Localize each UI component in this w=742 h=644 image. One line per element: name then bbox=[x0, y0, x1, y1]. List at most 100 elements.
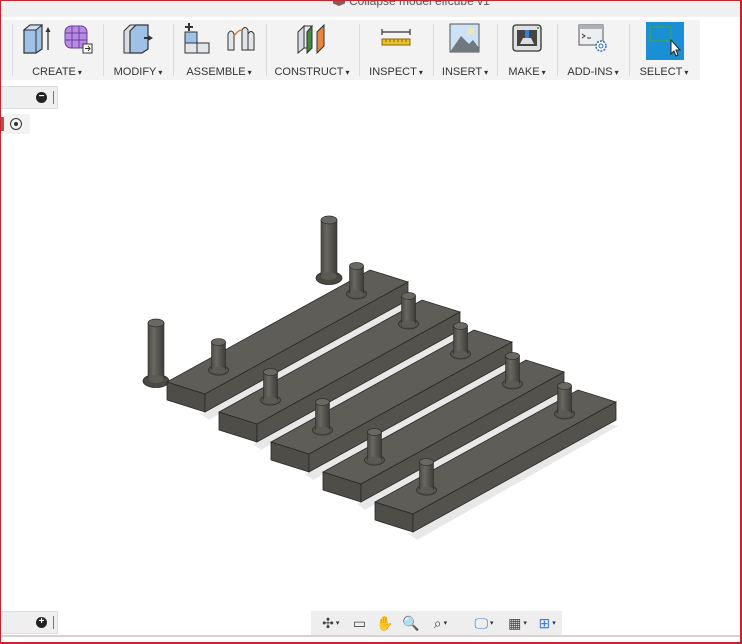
fit-icon: ⌕ bbox=[433, 614, 442, 631]
look-at-icon: ▭ bbox=[352, 614, 367, 631]
document-icon bbox=[333, 0, 345, 6]
modify-menu[interactable]: MODIFY ▾ bbox=[104, 66, 172, 78]
pin-shaft bbox=[263, 371, 278, 401]
joint-icon[interactable] bbox=[224, 22, 256, 54]
insert-menu[interactable]: INSERT ▾ bbox=[434, 66, 496, 78]
orbit-icon: ✣ bbox=[322, 614, 334, 631]
form-icon[interactable] bbox=[62, 22, 94, 54]
chevron-down-icon[interactable]: ▾ bbox=[336, 619, 340, 627]
assemble-menu[interactable]: ASSEMBLE ▾ bbox=[174, 66, 264, 78]
pin-top bbox=[263, 368, 278, 376]
pin-shaft bbox=[419, 461, 434, 491]
create-menu[interactable]: CREATE ▾ bbox=[14, 66, 100, 78]
title-bar: Collapse model elfcube v1* bbox=[0, 0, 742, 17]
navigation-bar: ✣ ▾ ▭ ✋ 🔍 ⌕ ▾ 🖵 ▾ ▦ ▾ ⊞ ▾ bbox=[311, 611, 562, 635]
3d-viewport[interactable] bbox=[0, 140, 742, 610]
inspect-menu[interactable]: INSPECT ▾ bbox=[360, 66, 432, 78]
press-pull-icon[interactable] bbox=[122, 22, 154, 54]
bar-pin bbox=[416, 458, 437, 496]
expand-comments-button[interactable]: + bbox=[36, 617, 47, 628]
display-settings-icon: 🖵 bbox=[474, 614, 488, 631]
toolbar-group-make[interactable]: MAKE ▾ bbox=[498, 20, 556, 80]
pin-top bbox=[557, 382, 572, 390]
toolbar-separator bbox=[12, 24, 13, 76]
bar-pin bbox=[312, 398, 333, 436]
panel-resize-handle[interactable] bbox=[53, 91, 54, 104]
bar-pin bbox=[502, 352, 523, 390]
pin-shaft bbox=[453, 325, 468, 355]
comments-panel-header: + bbox=[0, 611, 58, 634]
pin-shaft bbox=[557, 385, 572, 415]
select-window-icon[interactable] bbox=[647, 24, 683, 60]
toolbar: CREATE ▾ MODIFY ▾ ASSEMBLE ▾ CONSTRUCT ▾… bbox=[0, 20, 700, 80]
document-title-text: Collapse model elfcube v1* bbox=[349, 0, 495, 8]
model-canvas[interactable] bbox=[0, 140, 742, 610]
toolbar-group-select[interactable]: SELECT ▾ bbox=[630, 20, 698, 80]
loose-pin bbox=[315, 215, 343, 285]
pin-base bbox=[367, 456, 382, 464]
pin-top bbox=[315, 398, 330, 406]
bar-pin bbox=[346, 262, 367, 300]
active-indicator bbox=[0, 117, 4, 131]
insert-image-icon[interactable] bbox=[449, 22, 481, 54]
pin-base bbox=[211, 366, 226, 374]
activate-component-icon[interactable] bbox=[10, 118, 22, 130]
pin-top bbox=[401, 292, 416, 300]
select-menu[interactable]: SELECT ▾ bbox=[630, 66, 698, 78]
bar-pin bbox=[398, 292, 419, 330]
pin-base bbox=[557, 410, 572, 418]
pin-base bbox=[419, 486, 434, 494]
document-title: Collapse model elfcube v1* bbox=[333, 0, 494, 8]
pin-top bbox=[349, 262, 364, 270]
pin-base bbox=[315, 426, 330, 434]
3d-print-icon[interactable] bbox=[511, 22, 543, 54]
scripts-icon[interactable] bbox=[577, 22, 609, 54]
toolbar-group-add-ins[interactable]: ADD-INS ▾ bbox=[558, 20, 628, 80]
bar-pin bbox=[554, 382, 575, 420]
pin-base bbox=[349, 290, 364, 298]
pin-base bbox=[453, 350, 468, 358]
grid-button[interactable]: ▦ ▾ bbox=[503, 613, 533, 633]
fit-button[interactable]: ⌕ ▾ bbox=[424, 613, 458, 633]
bar-pin bbox=[450, 322, 471, 360]
grid-icon: ▦ bbox=[508, 614, 522, 631]
viewports-button[interactable]: ⊞ ▾ bbox=[532, 613, 562, 633]
pin-top bbox=[505, 352, 520, 360]
browser-active-row[interactable] bbox=[0, 114, 30, 134]
pin-top bbox=[211, 338, 226, 346]
pin-top bbox=[419, 458, 434, 466]
pan-button[interactable]: ✋ bbox=[372, 613, 398, 633]
orbit-button[interactable]: ✣ ▾ bbox=[315, 613, 347, 633]
pin-shaft bbox=[505, 355, 520, 385]
new-component-icon[interactable] bbox=[181, 22, 213, 54]
chevron-down-icon[interactable]: ▾ bbox=[490, 619, 494, 627]
panel-resize-handle[interactable] bbox=[53, 616, 54, 629]
pin-shaft bbox=[320, 219, 338, 277]
pin-top bbox=[453, 322, 468, 330]
pin-shaft bbox=[315, 401, 330, 431]
toolbar-group-assemble[interactable]: ASSEMBLE ▾ bbox=[174, 20, 264, 80]
collapse-browser-button[interactable]: − bbox=[36, 92, 47, 103]
extrude-icon[interactable] bbox=[20, 22, 52, 54]
pan-icon: ✋ bbox=[376, 614, 394, 631]
window-bottom-border bbox=[0, 635, 742, 644]
make-menu[interactable]: MAKE ▾ bbox=[498, 66, 556, 78]
toolbar-group-insert[interactable]: INSERT ▾ bbox=[434, 20, 496, 80]
toolbar-group-construct[interactable]: CONSTRUCT ▾ bbox=[267, 20, 357, 80]
chevron-down-icon[interactable]: ▾ bbox=[444, 619, 448, 627]
viewports-icon: ⊞ bbox=[538, 614, 551, 631]
toolbar-group-modify[interactable]: MODIFY ▾ bbox=[104, 20, 172, 80]
chevron-down-icon[interactable]: ▾ bbox=[523, 619, 527, 627]
zoom-button[interactable]: 🔍 bbox=[398, 613, 424, 633]
display-settings-button[interactable]: 🖵 ▾ bbox=[465, 613, 503, 633]
pin-base bbox=[505, 380, 520, 388]
toolbar-group-create[interactable]: CREATE ▾ bbox=[14, 20, 100, 80]
toolbar-group-inspect[interactable]: INSPECT ▾ bbox=[360, 20, 432, 80]
measure-icon[interactable] bbox=[380, 22, 412, 54]
chevron-down-icon[interactable]: ▾ bbox=[552, 619, 556, 627]
pin-base bbox=[401, 320, 416, 328]
offset-plane-icon[interactable] bbox=[295, 22, 327, 54]
add-ins-menu[interactable]: ADD-INS ▾ bbox=[558, 66, 628, 78]
look-at-button[interactable]: ▭ bbox=[347, 613, 373, 633]
construct-menu[interactable]: CONSTRUCT ▾ bbox=[267, 66, 357, 78]
